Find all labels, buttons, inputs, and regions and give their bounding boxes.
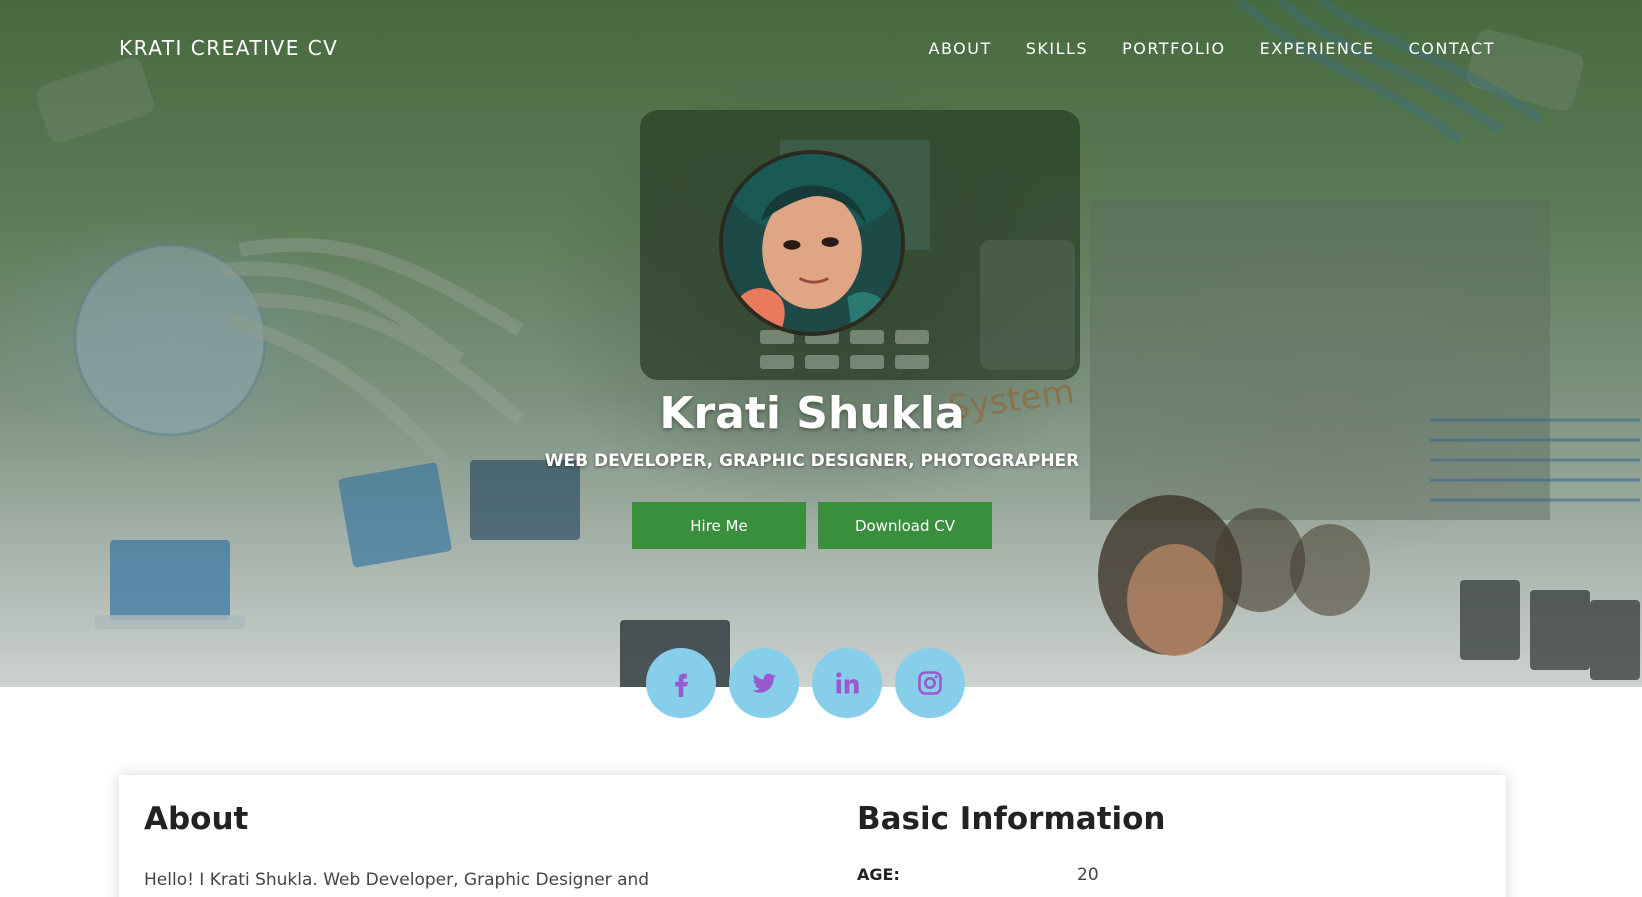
hire-me-button[interactable]: Hire Me	[632, 502, 806, 549]
age-label: AGE:	[857, 865, 900, 884]
facebook-link[interactable]	[646, 648, 716, 718]
twitter-icon	[752, 673, 777, 693]
instagram-link[interactable]	[895, 648, 965, 718]
main-nav: ABOUT SKILLS PORTFOLIO EXPERIENCE CONTAC…	[929, 39, 1495, 58]
hero-overlay	[0, 0, 1642, 687]
about-text: Hello! I Krati Shukla. Web Developer, Gr…	[144, 870, 650, 890]
social-links	[646, 648, 965, 718]
profile-name: Krati Shukla	[659, 388, 965, 439]
instagram-icon	[918, 671, 942, 695]
facebook-icon	[675, 673, 688, 697]
hero-banner: System KRATI CREATIVE CV ABOUT SKILLS PO…	[0, 0, 1642, 687]
nav-portfolio[interactable]: PORTFOLIO	[1122, 39, 1226, 58]
about-card: About Hello! I Krati Shukla. Web Develop…	[119, 775, 1506, 897]
nav-about[interactable]: ABOUT	[929, 39, 992, 58]
avatar	[719, 150, 905, 336]
nav-contact[interactable]: CONTACT	[1409, 39, 1495, 58]
basic-info-title: Basic Information	[857, 801, 1166, 837]
age-value: 20	[1077, 865, 1099, 885]
linkedin-link[interactable]	[812, 648, 882, 718]
profile-tagline: WEB DEVELOPER, GRAPHIC DESIGNER, PHOTOGR…	[544, 451, 1080, 471]
brand-logo[interactable]: KRATI CREATIVE CV	[119, 36, 338, 60]
download-cv-button[interactable]: Download CV	[818, 502, 992, 549]
twitter-link[interactable]	[729, 648, 799, 718]
nav-skills[interactable]: SKILLS	[1026, 39, 1088, 58]
profile-photo	[723, 154, 901, 332]
nav-experience[interactable]: EXPERIENCE	[1260, 39, 1375, 58]
about-title: About	[144, 801, 249, 837]
linkedin-icon	[836, 672, 859, 694]
